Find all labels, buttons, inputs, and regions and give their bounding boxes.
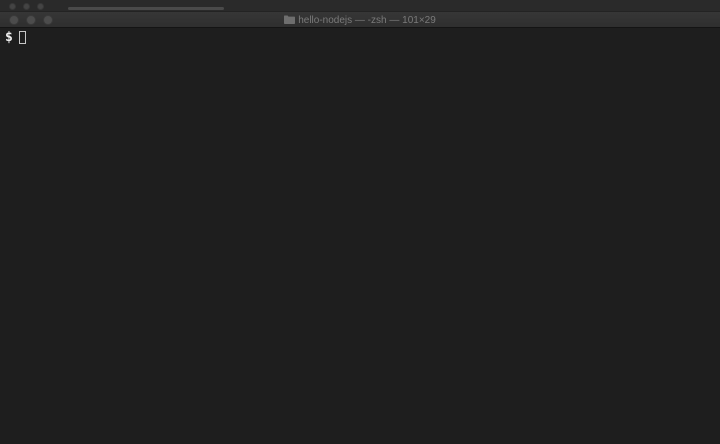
prompt-symbol: $ [5, 30, 13, 45]
terminal-window: hello-nodejs — -zsh — 101×29 $ [0, 0, 720, 444]
folder-icon [284, 15, 296, 28]
prompt-line: $ [5, 29, 715, 46]
background-close-button [9, 3, 16, 10]
window-title-text: hello-nodejs — -zsh — 101×29 [298, 15, 436, 26]
text-cursor [18, 31, 26, 44]
terminal-content[interactable]: $ [0, 28, 720, 444]
background-window-title-bar [0, 0, 720, 12]
background-window-controls [9, 3, 44, 10]
background-window-title-bar-fragment [68, 7, 224, 10]
window-title: hello-nodejs — -zsh — 101×29 [0, 14, 720, 28]
title-bar[interactable]: hello-nodejs — -zsh — 101×29 [0, 0, 720, 28]
background-zoom-button [37, 3, 44, 10]
background-minimize-button [23, 3, 30, 10]
